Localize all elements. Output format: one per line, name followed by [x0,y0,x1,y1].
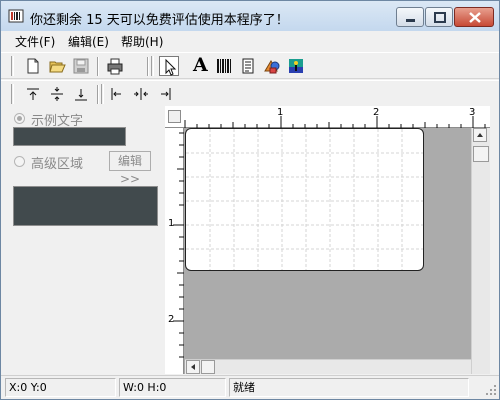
sample-text-radio[interactable] [14,113,25,124]
select-tool-button[interactable] [159,56,179,76]
align-left-button[interactable] [107,84,127,104]
menu-edit[interactable]: 编辑(E) [68,33,109,50]
image-tool-button[interactable] [286,56,306,76]
close-icon [469,12,481,23]
align-top-button[interactable] [23,84,43,104]
align-right-button[interactable] [155,84,175,104]
window-title: 你还剩余 15 天可以免费评估使用本程序了！ [30,13,289,28]
ruler-h-label-1: 1 [277,107,284,118]
open-folder-icon [49,61,66,73]
minimize-icon [406,19,415,22]
vertical-ruler: 1 2 [165,128,184,374]
text-tool-icon: A [193,54,208,76]
close-button[interactable] [454,7,494,27]
maximize-button[interactable] [425,7,453,27]
toolbar-grip[interactable] [101,84,104,104]
align-center-button[interactable] [131,84,151,104]
horizontal-scroll-thumb[interactable] [201,360,215,374]
ruler-origin-box[interactable] [168,110,181,123]
align-top-icon [27,88,39,100]
print-icon [107,58,123,75]
ruler-v-label-2: 2 [168,314,175,325]
align-center-icon [134,88,148,100]
properties-panel: 示例文字 高级区域 编辑>> [1,106,165,374]
title-bar[interactable]: 你还剩余 15 天可以免费评估使用本程序了！ [1,1,499,31]
design-canvas[interactable]: 1 2 3 1 2 [165,106,490,374]
open-button[interactable] [47,56,67,76]
status-coordinates: X:0 Y:0 [5,378,116,397]
maximize-icon [434,12,446,23]
paper-grid [186,129,423,270]
align-bottom-button[interactable] [71,84,91,104]
shape-tool-button[interactable] [262,56,282,76]
minimize-button[interactable] [396,7,424,27]
document-tool-button[interactable] [238,56,258,76]
ruler-h-label-2: 2 [373,107,380,118]
new-file-icon [27,58,39,74]
text-tool-button[interactable]: A [190,54,210,76]
edit-button[interactable]: 编辑>> [109,151,151,186]
toolbar-grip[interactable] [11,84,14,104]
vertical-scroll-thumb[interactable] [473,146,489,162]
toolbar-separator [147,57,149,76]
chevron-up-icon [477,133,483,137]
shapes-icon [264,60,280,74]
toolbar-separator [97,85,99,104]
menu-help[interactable]: 帮助(H) [121,33,163,50]
menu-file[interactable]: 文件(F) [15,33,55,50]
status-size: W:0 H:0 [119,378,226,397]
image-icon [289,59,303,73]
align-bottom-icon [75,89,87,101]
scroll-left-button[interactable] [186,360,200,374]
print-button[interactable] [105,56,125,76]
app-icon [8,9,24,23]
horizontal-ruler-ticks [184,116,486,128]
chevron-left-icon [191,364,195,370]
save-button[interactable] [71,56,91,76]
horizontal-ruler: 1 2 3 [165,106,490,128]
ruler-h-label-3: 3 [469,107,476,118]
align-toolbar [1,80,499,105]
advanced-area-field[interactable] [13,186,158,226]
menu-bar: 文件(F) 编辑(E) 帮助(H) [1,31,499,51]
status-bar: X:0 Y:0 W:0 H:0 就绪 [1,375,499,399]
align-middle-icon [51,87,63,101]
barcode-icon [217,59,231,73]
advanced-area-label: 高级区域 [31,157,84,172]
new-button[interactable] [23,56,43,76]
align-middle-button[interactable] [47,84,67,104]
label-paper[interactable] [185,128,424,271]
horizontal-scrollbar[interactable] [185,359,471,374]
vertical-ruler-ticks [173,132,184,358]
align-left-icon [111,88,121,100]
toolbar-grip[interactable] [151,56,154,76]
toolbar-grip[interactable] [11,56,14,76]
toolbar-separator [97,57,99,76]
advanced-area-radio[interactable] [14,156,25,167]
pointer-icon [165,58,177,76]
align-right-icon [161,88,171,100]
resize-grip-icon[interactable] [485,384,497,396]
sample-text-input[interactable] [13,127,126,146]
barcode-tool-button[interactable] [214,56,234,76]
ruler-v-label-1: 1 [168,218,175,229]
status-state: 就绪 [229,378,469,397]
document-icon [242,58,254,74]
save-icon [73,58,89,74]
app-window: 你还剩余 15 天可以免费评估使用本程序了！ 文件(F) 编辑(E) 帮助(H) [0,0,500,400]
main-toolbar: A [1,52,499,79]
scroll-up-button[interactable] [473,128,487,142]
vertical-scrollbar[interactable] [471,128,490,374]
